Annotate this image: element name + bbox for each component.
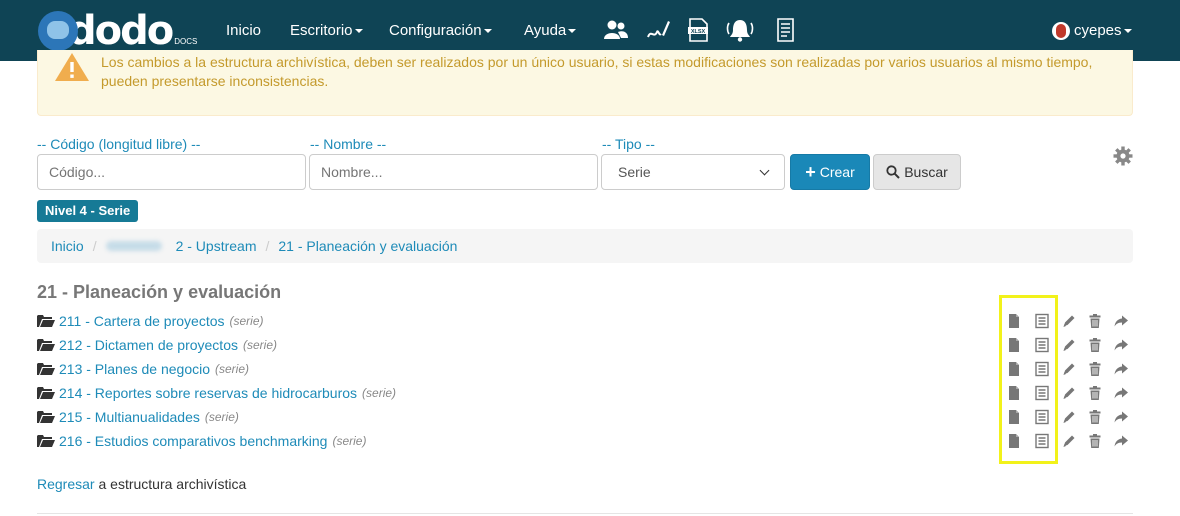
series-link[interactable]: 212 - Dictamen de proyectos: [59, 337, 238, 353]
breadcrumb-redacted[interactable]: [105, 241, 162, 251]
share-arrow-icon[interactable]: [1113, 313, 1129, 329]
list-item: 213 - Planes de negocio (serie): [37, 357, 1133, 381]
breadcrumb-home[interactable]: Inicio: [51, 238, 84, 254]
buscar-button[interactable]: Buscar: [873, 154, 961, 190]
series-type: (serie): [362, 386, 397, 400]
tipo-label: -- Tipo --: [602, 136, 655, 152]
trash-icon[interactable]: [1087, 337, 1103, 353]
codigo-label: -- Código (longitud libre) --: [37, 136, 201, 152]
highlight-box: [999, 295, 1058, 464]
share-arrow-icon[interactable]: [1113, 361, 1129, 377]
bell-icon[interactable]: [725, 17, 755, 43]
back-line: Regresar a estructura archivística: [37, 476, 246, 492]
username: cyepes: [1074, 22, 1122, 39]
nombre-input[interactable]: [309, 154, 598, 190]
codigo-input[interactable]: [37, 154, 306, 190]
trash-icon[interactable]: [1087, 313, 1103, 329]
list-item: 216 - Estudios comparativos benchmarking…: [37, 429, 1133, 453]
list-item: 215 - Multianualidades (serie): [37, 405, 1133, 429]
breadcrumb: Inicio / 2 - Upstream / 21 - Planeación …: [37, 229, 1133, 263]
svg-text:XLSX: XLSX: [691, 29, 706, 35]
breadcrumb-separator: /: [265, 238, 270, 254]
xlsx-icon[interactable]: XLSX: [685, 17, 711, 43]
logo-text: dodo: [68, 8, 174, 54]
dodo-bird-icon: [38, 11, 78, 51]
series-link[interactable]: 214 - Reportes sobre reservas de hidroca…: [59, 385, 357, 401]
buscar-button-label: Buscar: [904, 164, 948, 180]
breadcrumb-item-upstream[interactable]: 2 - Upstream: [176, 238, 257, 254]
plus-icon: +: [805, 162, 816, 182]
folder-open-icon: [37, 363, 55, 375]
warning-icon: [55, 53, 89, 81]
crear-button-label: Crear: [819, 164, 855, 180]
caret-down-icon: [568, 29, 577, 34]
series-type: (serie): [204, 410, 239, 424]
dodo-logo[interactable]: dodo DOCS: [38, 10, 200, 52]
pencil-icon[interactable]: [1061, 433, 1077, 449]
tipo-selected-value: Serie: [618, 164, 651, 180]
breadcrumb-separator: /: [92, 238, 97, 254]
folder-open-icon: [37, 315, 55, 327]
regresar-link[interactable]: Regresar: [37, 476, 95, 492]
crear-button[interactable]: + Crear: [790, 154, 870, 190]
trash-icon[interactable]: [1087, 409, 1103, 425]
caret-down-icon: [483, 29, 492, 34]
share-arrow-icon[interactable]: [1113, 433, 1129, 449]
series-type: (serie): [215, 362, 250, 376]
series-link[interactable]: 211 - Cartera de proyectos: [59, 313, 225, 329]
series-type: (serie): [332, 434, 367, 448]
back-text: a estructura archivística: [98, 476, 247, 492]
share-arrow-icon[interactable]: [1113, 385, 1129, 401]
level-badge: Nivel 4 - Serie: [37, 200, 139, 222]
warning-alert: Los cambios a la estructura archivística…: [37, 50, 1133, 116]
share-arrow-icon[interactable]: [1113, 337, 1129, 353]
caret-down-icon: [354, 29, 363, 34]
search-icon: [886, 165, 900, 179]
alert-message: Los cambios a la estructura archivística…: [101, 54, 1093, 89]
series-link[interactable]: 216 - Estudios comparativos benchmarking: [59, 433, 327, 449]
folder-open-icon: [37, 387, 55, 399]
pencil-icon[interactable]: [1061, 313, 1077, 329]
gear-icon[interactable]: [1113, 146, 1133, 166]
share-arrow-icon[interactable]: [1113, 409, 1129, 425]
series-link[interactable]: 213 - Planes de negocio: [59, 361, 210, 377]
folder-open-icon: [37, 435, 55, 447]
logo-subtext: DOCS: [174, 37, 198, 46]
list-item: 212 - Dictamen de proyectos (serie): [37, 333, 1133, 357]
breadcrumb-item-current[interactable]: 21 - Planeación y evaluación: [278, 238, 457, 254]
tipo-select[interactable]: Serie: [601, 154, 785, 190]
list-item: 211 - Cartera de proyectos (serie): [37, 309, 1133, 333]
signature-icon[interactable]: [645, 17, 671, 43]
trash-icon[interactable]: [1087, 433, 1103, 449]
series-link[interactable]: 215 - Multianualidades: [59, 409, 200, 425]
list-item: 214 - Reportes sobre reservas de hidroca…: [37, 381, 1133, 405]
folder-open-icon: [37, 339, 55, 351]
pencil-icon[interactable]: [1061, 385, 1077, 401]
nombre-label: -- Nombre --: [310, 136, 387, 152]
pencil-icon[interactable]: [1061, 337, 1077, 353]
users-icon[interactable]: [603, 17, 629, 43]
trash-icon[interactable]: [1087, 361, 1103, 377]
chevron-down-icon: [759, 165, 770, 176]
caret-down-icon: [1123, 28, 1132, 33]
document-list-icon[interactable]: [773, 17, 799, 43]
divider: [37, 513, 1133, 514]
page-title: 21 - Planeación y evaluación: [37, 282, 282, 302]
avatar: [1052, 21, 1070, 40]
series-type: (serie): [229, 314, 264, 328]
trash-icon[interactable]: [1087, 385, 1103, 401]
series-type: (serie): [242, 338, 277, 352]
pencil-icon[interactable]: [1061, 361, 1077, 377]
folder-open-icon: [37, 411, 55, 423]
pencil-icon[interactable]: [1061, 409, 1077, 425]
